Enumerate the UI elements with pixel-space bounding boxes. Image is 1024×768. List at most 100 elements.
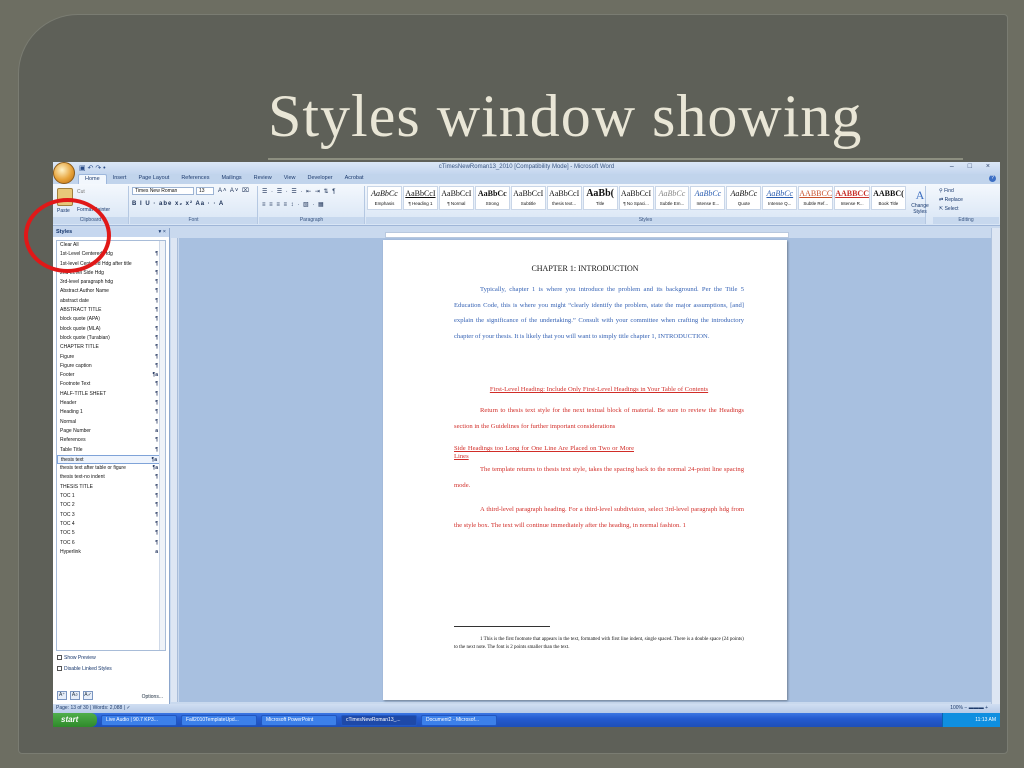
change-styles-button[interactable]: A Change Styles: [909, 188, 931, 215]
window-title: cTimesNewRoman13_2010 [Compatibility Mod…: [438, 164, 615, 170]
disable-linked-styles-checkbox[interactable]: Disable Linked Styles: [53, 665, 169, 673]
tab-page-layout[interactable]: Page Layout: [132, 174, 175, 184]
font-name-field[interactable]: Times New Roman: [132, 187, 194, 195]
style-references[interactable]: References ¶: [57, 436, 165, 445]
ribbon: Paste Cut Format Painter Clipboard Times…: [53, 184, 1000, 226]
quick-styles-gallery: AaBbCc Emphasis AaBbCcI ¶ Heading 1 AaBbCc…: [367, 186, 907, 216]
font-size-buttons[interactable]: A˄ A˅ ⌧: [218, 187, 250, 194]
help-icon[interactable]: ?: [989, 175, 996, 182]
styles-list-scrollbar[interactable]: [159, 241, 165, 650]
tab-mailings[interactable]: Mailings: [215, 174, 247, 184]
style-footnote-text[interactable]: Footnote Text ¶: [57, 380, 165, 389]
style-toc-5[interactable]: TOC 5 ¶: [57, 529, 165, 538]
cut-button[interactable]: Cut: [77, 189, 85, 195]
font-size-field[interactable]: 13: [196, 187, 214, 195]
quick-style-no-spacing[interactable]: AaBbCcI ¶ No Spaci...: [618, 186, 654, 210]
status-page-words[interactable]: Page: 13 of 30 | Words: 2,088 | ✓: [56, 705, 131, 711]
styles-pane-close-button[interactable]: ▾ ×: [158, 229, 166, 235]
quick-style-subtle-reference[interactable]: AABBCC Subtle Ref...: [798, 186, 834, 210]
tab-view[interactable]: View: [278, 174, 302, 184]
style-header[interactable]: Header ¶: [57, 399, 165, 408]
quick-style-normal[interactable]: AaBbCcI ¶ Normal: [438, 186, 474, 210]
document-scrollbar[interactable]: [991, 228, 1000, 704]
tab-home[interactable]: Home: [78, 174, 107, 184]
style-toc-4[interactable]: TOC 4 ¶: [57, 520, 165, 529]
status-bar: Page: 13 of 30 | Words: 2,088 | ✓ 100% −…: [53, 704, 1000, 713]
paragraph-third-level: A third-level paragraph heading. For a t…: [454, 506, 744, 529]
style-half-title-sheet[interactable]: HALF-TITLE SHEET ¶: [57, 390, 165, 399]
style-toc-6[interactable]: TOC 6 ¶: [57, 539, 165, 548]
tab-developer[interactable]: Developer: [302, 174, 339, 184]
quick-style-title[interactable]: AaBb(Title: [582, 186, 618, 210]
select-button[interactable]: ⇱ Select: [939, 206, 959, 212]
styles-group-label: Styles: [366, 217, 925, 224]
style-inspector-button[interactable]: A⌕: [70, 691, 80, 700]
taskbar-item-document2[interactable]: Document2 - Microsof...: [421, 714, 497, 726]
list-buttons[interactable]: ☰ · ☰ · ☰ · ⇤ ⇥ ⇅ ¶: [262, 188, 336, 195]
quick-style-book-title[interactable]: AABBC(Book Title: [870, 186, 906, 210]
styles-options-link[interactable]: Options...: [142, 694, 163, 700]
style-thesis-text[interactable]: thesis text ¶a: [57, 454, 165, 465]
change-styles-icon: A: [915, 188, 925, 202]
style-abstract-date[interactable]: abstract date ¶: [57, 297, 165, 306]
title-bar: ▣ ↶ ↷ • cTimesNewRoman13_2010 [Compatibi…: [53, 162, 1000, 184]
style-heading-1[interactable]: Heading 1 ¶: [57, 408, 165, 417]
new-style-button[interactable]: A⁺: [57, 691, 67, 700]
font-format-buttons[interactable]: B I U · abe x₂ x² Aa · · A: [132, 201, 224, 207]
tab-insert[interactable]: Insert: [107, 174, 133, 184]
style-toc-1[interactable]: TOC 1 ¶: [57, 492, 165, 501]
style-block-quote-mla[interactable]: block quote (MLA) ¶: [57, 325, 165, 334]
style-toc-2[interactable]: TOC 2 ¶: [57, 501, 165, 510]
style-abstract-author-name[interactable]: Abstract Author Name ¶: [57, 287, 165, 296]
tab-review[interactable]: Review: [248, 174, 278, 184]
replace-button[interactable]: ⇄ Replace: [939, 197, 963, 203]
style-toc-3[interactable]: TOC 3 ¶: [57, 511, 165, 520]
style-3rd-level-paragraph-hdg[interactable]: 3rd-level paragraph hdg ¶: [57, 278, 165, 287]
style-block-quote-apa[interactable]: block quote (APA) ¶: [57, 315, 165, 324]
style-thesis-text-no-indent[interactable]: thesis text-no indent ¶: [57, 473, 165, 482]
styles-pane: Styles ▾ × Clear All 1st-Level Centered …: [53, 228, 170, 704]
manage-styles-button[interactable]: A✓: [83, 691, 93, 700]
quick-style-strong[interactable]: AaBbCc Strong: [474, 186, 510, 210]
quick-style-emphasis[interactable]: AaBbCc Emphasis: [367, 186, 402, 210]
style-page-number[interactable]: Page Number a: [57, 427, 165, 436]
style-figure[interactable]: Figure ¶: [57, 353, 165, 362]
ribbon-tabs: Home Insert Page Layout References Maili…: [53, 174, 1000, 184]
alignment-buttons[interactable]: ≡ ≡ ≡ ≡ ↕ · ▧ · ▦: [262, 201, 325, 208]
quick-style-intense-emphasis[interactable]: AaBbCc Intense E...: [690, 186, 726, 210]
window-controls[interactable]: – □ ×: [950, 163, 996, 170]
show-preview-checkbox[interactable]: Show Preview: [53, 654, 169, 662]
quick-style-thesis-text[interactable]: AaBbCcI thesis text...: [546, 186, 582, 210]
quick-style-subtle-emphasis[interactable]: AaBbCc Subtle Em...: [654, 186, 690, 210]
style-abstract-title[interactable]: ABSTRACT TITLE ¶: [57, 306, 165, 315]
style-figure-caption[interactable]: Figure caption ¶: [57, 362, 165, 371]
quick-style-intense-quote[interactable]: AaBbCc Intense Q...: [762, 186, 798, 210]
font-group: Times New Roman 13 A˄ A˅ ⌧ B I U · abe x…: [130, 186, 258, 224]
quick-style-subtitle[interactable]: AaBbCcI Subtitle: [510, 186, 546, 210]
tab-references[interactable]: References: [175, 174, 215, 184]
font-group-label: Font: [130, 217, 257, 224]
style-thesis-title[interactable]: THESIS TITLE ¶: [57, 483, 165, 492]
quick-style-heading-1[interactable]: AaBbCcI ¶ Heading 1: [402, 186, 438, 210]
document-page[interactable]: CHAPTER 1: INTRODUCTION Typically, chapt…: [383, 240, 787, 700]
office-button[interactable]: [53, 162, 75, 184]
style-table-title[interactable]: Table Title ¶: [57, 446, 165, 455]
style-chapter-title[interactable]: CHAPTER TITLE ¶: [57, 343, 165, 352]
taskbar-item-word-doc[interactable]: cTimesNewRoman13_...: [341, 714, 417, 726]
style-hyperlink[interactable]: Hyperlink a: [57, 548, 165, 557]
taskbar-item-powerpoint[interactable]: Microsoft PowerPoint: [261, 714, 337, 726]
tab-acrobat[interactable]: Acrobat: [339, 174, 370, 184]
system-tray-clock[interactable]: 11:13 AM: [942, 713, 1000, 727]
taskbar-item-live-audio[interactable]: Live Audio | 90.7 KP3...: [101, 714, 177, 726]
style-normal[interactable]: Normal ¶: [57, 418, 165, 427]
annotation-circle: [24, 198, 111, 273]
taskbar-item-template-folder[interactable]: Fall2010TemplateUpd...: [181, 714, 257, 726]
style-thesis-text-after-table[interactable]: thesis text after table or figure ¶a: [57, 464, 165, 473]
quick-style-quote[interactable]: AaBbCc Quote: [726, 186, 762, 210]
start-button[interactable]: start: [53, 713, 97, 727]
style-footer[interactable]: Footer ¶a: [57, 371, 165, 380]
style-block-quote-turabian[interactable]: block quote (Turabian) ¶: [57, 334, 165, 343]
find-button[interactable]: ⚲ Find: [939, 188, 954, 194]
zoom-slider[interactable]: 100% − ▬▬▬ +: [950, 704, 988, 713]
quick-style-intense-reference[interactable]: AABBCC Intense R...: [834, 186, 870, 210]
